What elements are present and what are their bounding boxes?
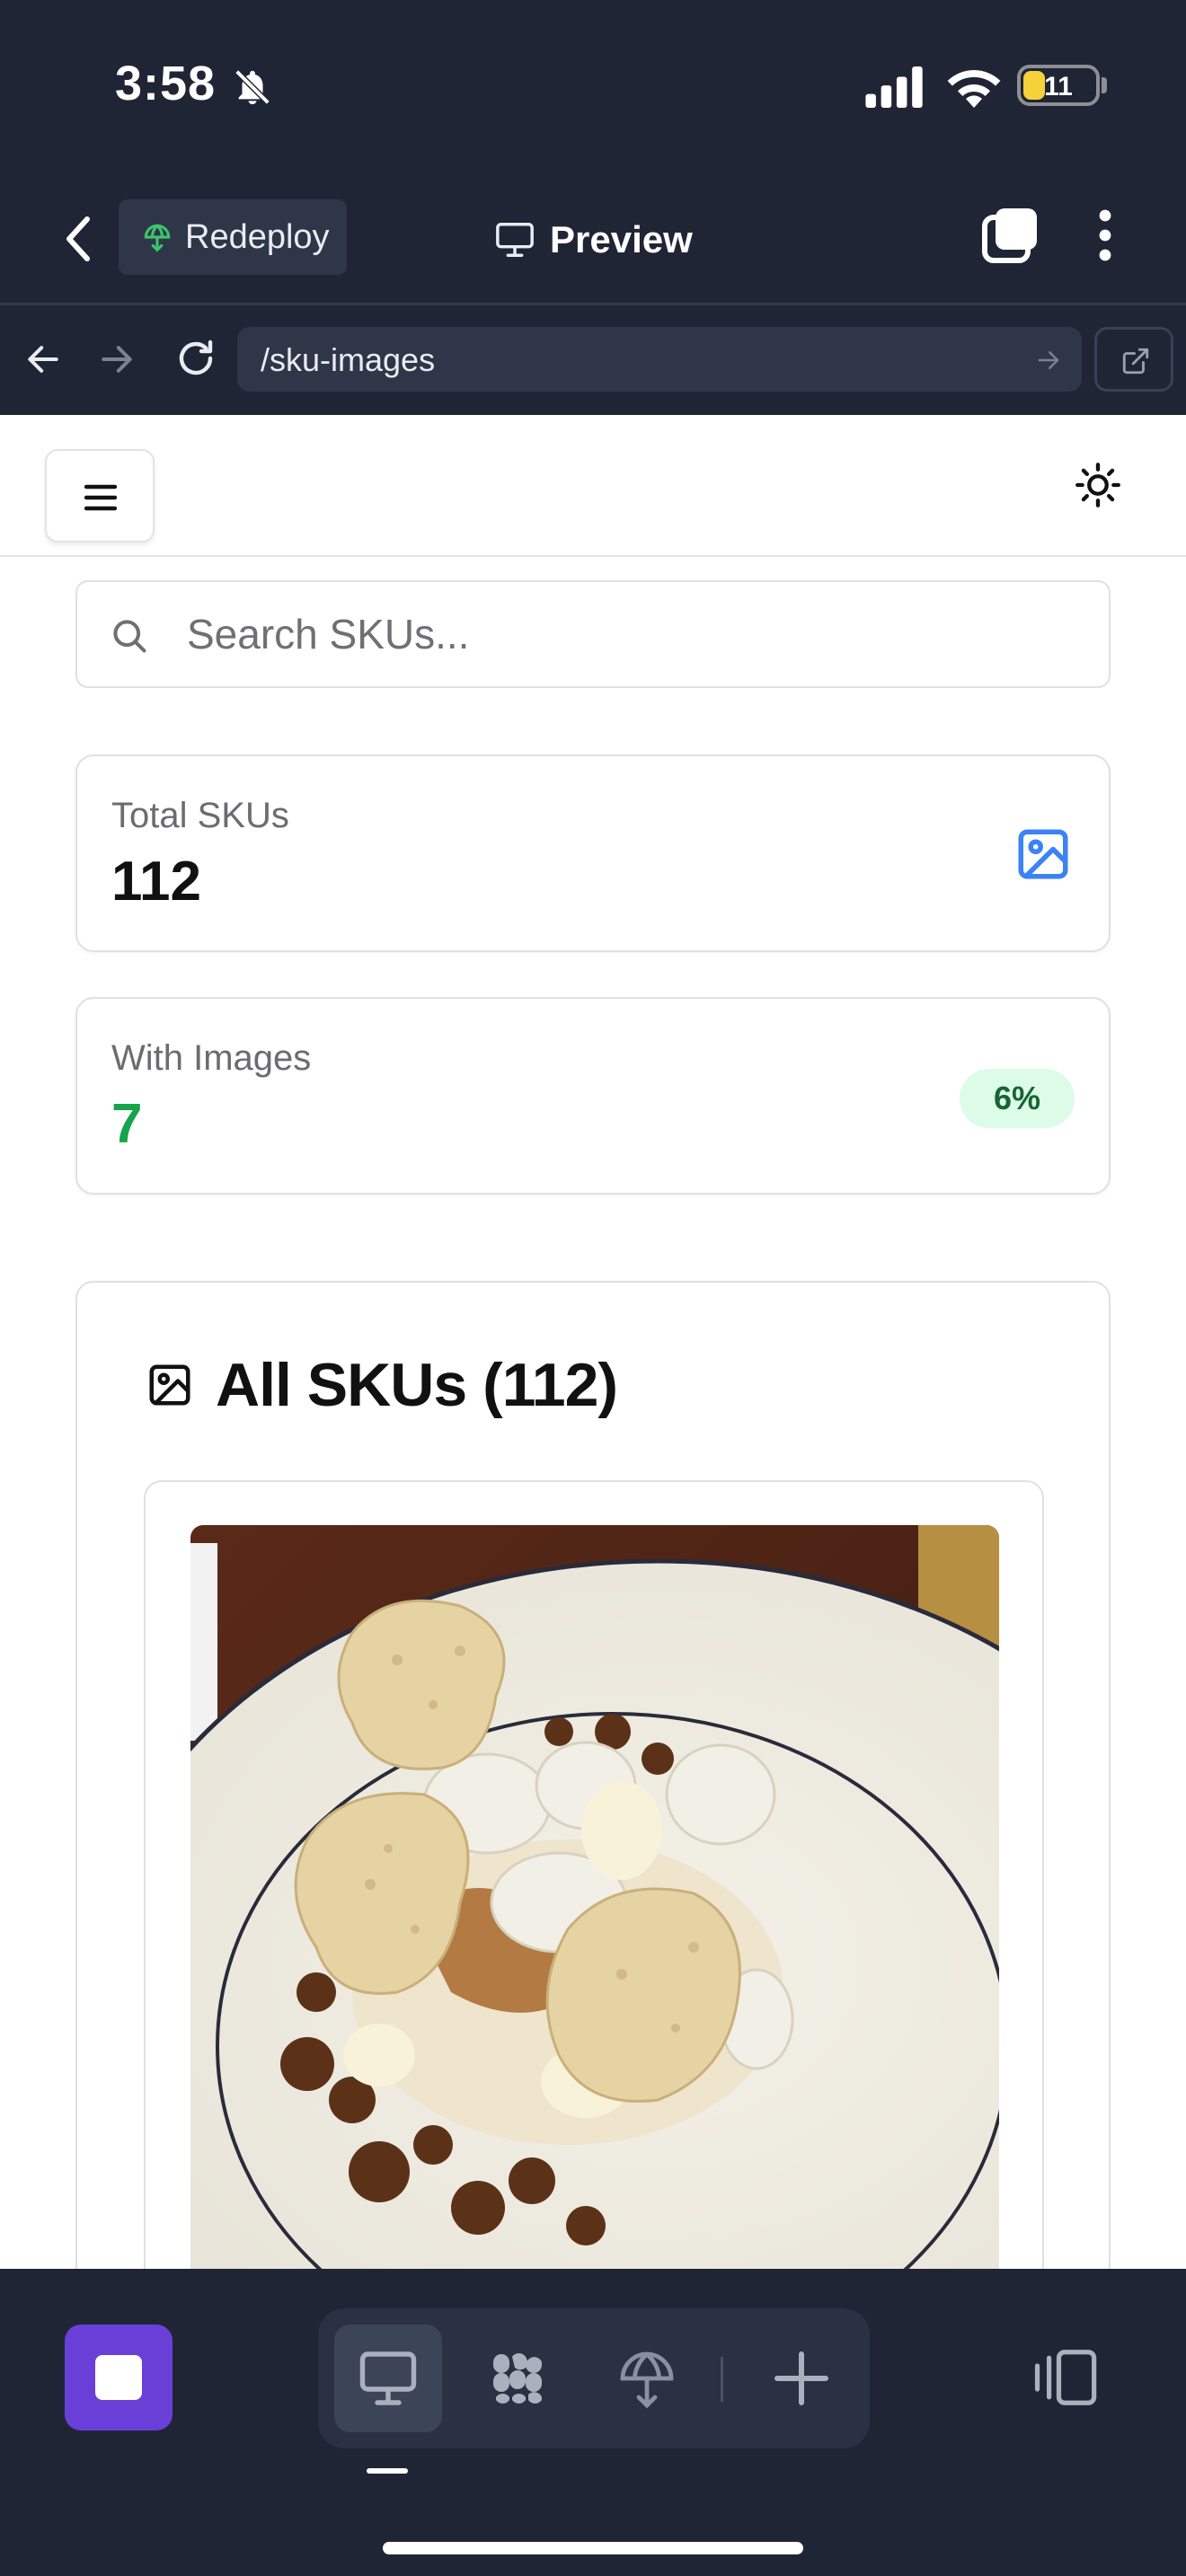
monitor-icon xyxy=(496,223,534,257)
with-images-label: With Images xyxy=(111,1038,312,1078)
panel-toggle-icon[interactable] xyxy=(1031,2348,1098,2407)
with-images-percent-badge: 6% xyxy=(960,1069,1075,1128)
sun-icon[interactable] xyxy=(1075,462,1121,508)
status-time: 3:58 xyxy=(115,57,217,110)
with-images-value: 7 xyxy=(111,1093,143,1155)
preview-title: Preview xyxy=(494,208,693,271)
total-skus-card: Total SKUs 112 xyxy=(75,754,1111,952)
arrow-right-icon[interactable] xyxy=(97,340,137,379)
search-input[interactable] xyxy=(187,582,1085,686)
wifi-icon xyxy=(947,70,1001,108)
panel-title: All SKUs (112) xyxy=(216,1351,618,1419)
apps-button[interactable] xyxy=(464,2325,571,2432)
active-tab-indicator xyxy=(367,2468,408,2474)
add-button[interactable] xyxy=(748,2325,855,2432)
image-icon xyxy=(1018,829,1068,879)
bottom-toolbar xyxy=(0,2269,1186,2576)
bell-slash-icon xyxy=(235,69,270,105)
open-external-button[interactable] xyxy=(1094,327,1173,392)
open-external-icon xyxy=(1122,348,1149,375)
url-text: /sku-images xyxy=(261,341,436,378)
panel-header: All SKUs (112) xyxy=(146,1349,618,1421)
signal-icon xyxy=(865,66,923,108)
deploy-button[interactable] xyxy=(593,2325,701,2432)
image-icon xyxy=(149,1364,190,1406)
total-skus-label: Total SKUs xyxy=(111,796,289,835)
site-topbar xyxy=(0,415,1186,557)
redeploy-icon xyxy=(144,224,171,252)
battery-level: 11 xyxy=(1044,72,1073,101)
desktop-icon xyxy=(359,2351,417,2405)
search-box xyxy=(75,580,1111,688)
with-images-card: With Images 7 6% xyxy=(75,997,1111,1195)
reload-icon[interactable] xyxy=(174,336,217,381)
stop-icon xyxy=(95,2355,142,2400)
chevron-left-icon[interactable] xyxy=(56,212,101,266)
total-skus-value: 112 xyxy=(111,851,202,913)
view-switcher xyxy=(318,2308,870,2448)
arrow-left-icon[interactable] xyxy=(23,340,63,379)
home-indicator xyxy=(383,2542,803,2554)
sku-card[interactable] xyxy=(144,1480,1044,2269)
page-title: Preview xyxy=(550,218,693,260)
app-header: Redeploy Preview xyxy=(0,171,1186,305)
apps-icon xyxy=(493,2352,542,2404)
deploy-icon xyxy=(620,2351,674,2409)
more-vertical-icon[interactable] xyxy=(1085,207,1125,264)
plus-icon xyxy=(774,2351,828,2405)
webview: Total SKUs 112 With Images 7 6% All SKUs… xyxy=(0,415,1186,2269)
browser-url-bar: /sku-images xyxy=(0,305,1186,415)
desktop-view-button[interactable] xyxy=(334,2325,442,2432)
redeploy-label: Redeploy xyxy=(185,217,330,256)
url-field[interactable]: /sku-images xyxy=(237,327,1082,392)
sku-photo xyxy=(190,1525,999,2269)
battery-icon: 11 xyxy=(1017,65,1100,106)
arrow-right-icon[interactable] xyxy=(1035,347,1062,374)
toolbar-divider xyxy=(721,2357,723,2402)
status-bar: 3:58 11 xyxy=(0,0,1186,171)
redeploy-button[interactable]: Redeploy xyxy=(119,199,347,275)
search-icon xyxy=(113,620,146,653)
tabs-icon[interactable] xyxy=(981,207,1039,264)
menu-button[interactable] xyxy=(45,449,155,543)
menu-icon xyxy=(84,484,118,511)
all-skus-panel: All SKUs (112) xyxy=(75,1281,1111,2269)
stop-button[interactable] xyxy=(65,2325,173,2430)
